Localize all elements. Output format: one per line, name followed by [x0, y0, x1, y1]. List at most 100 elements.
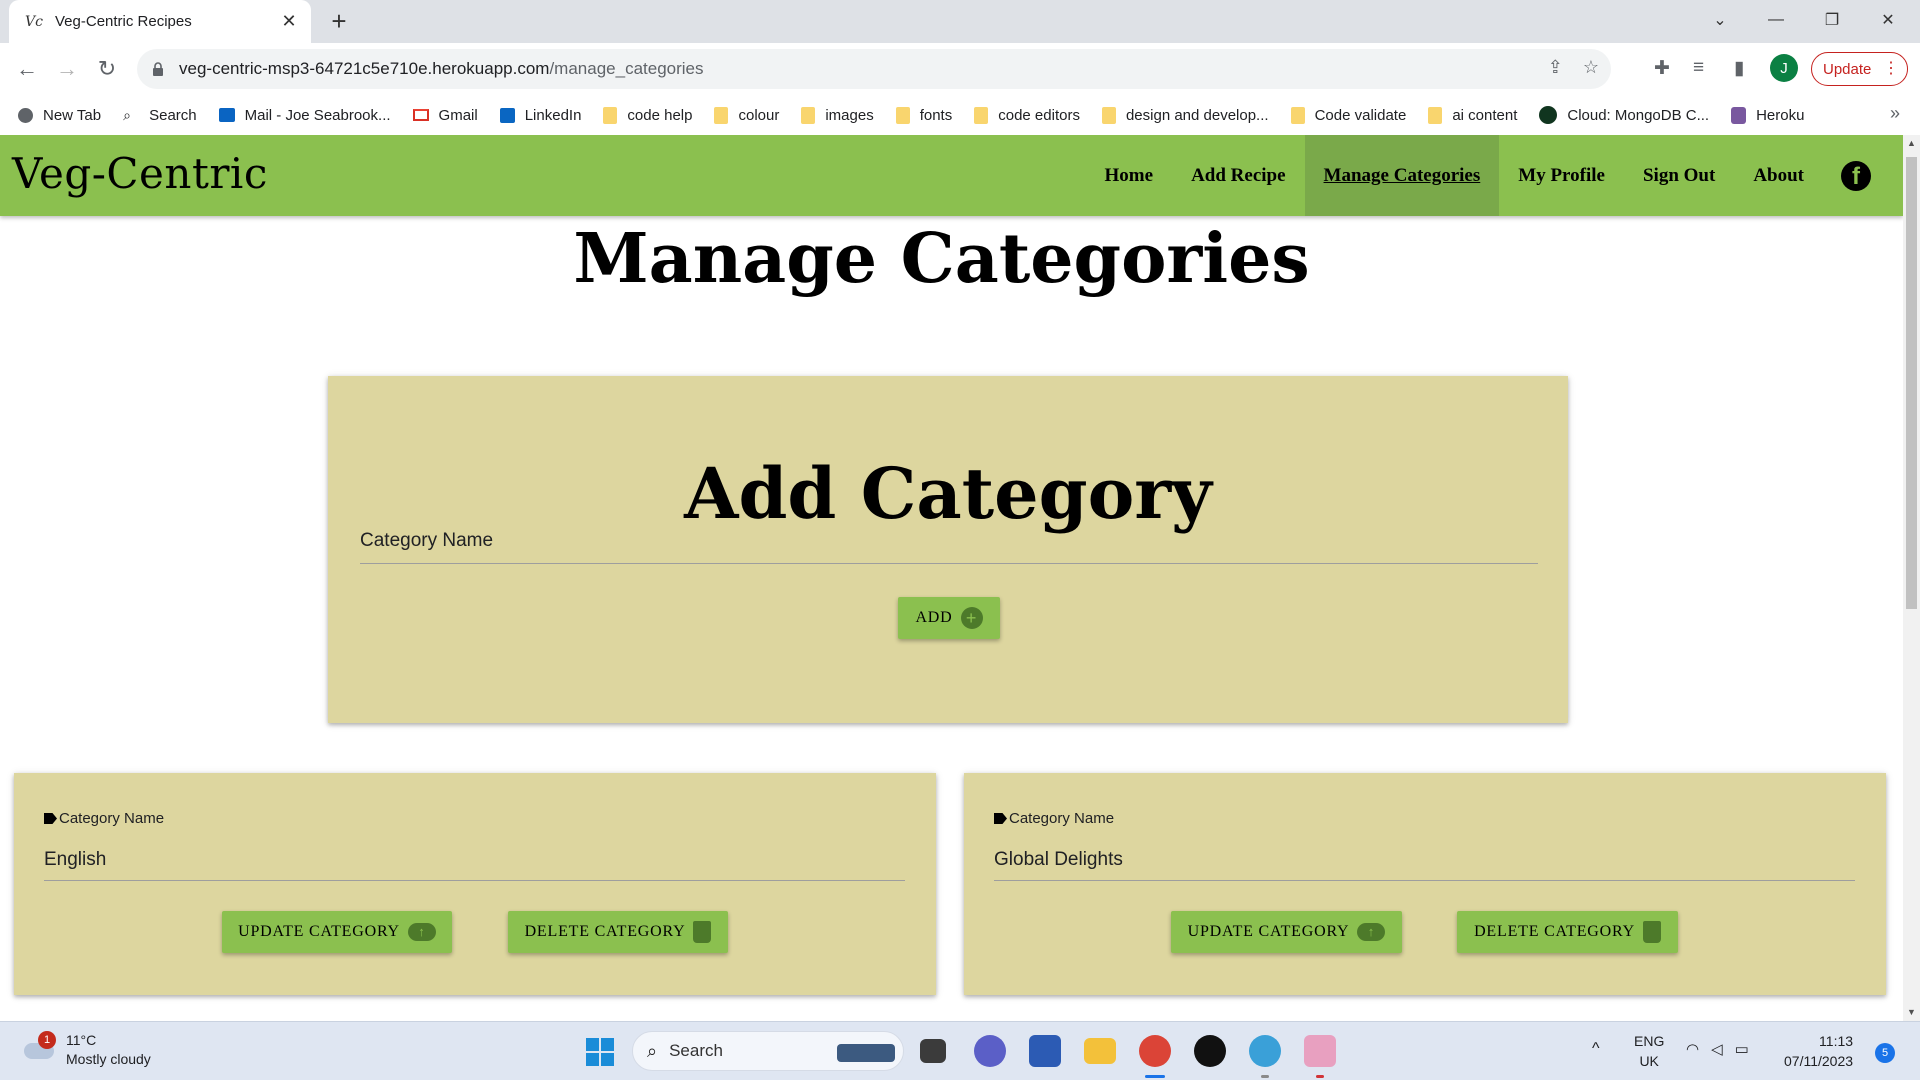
bookmark-fonts[interactable]: fonts — [895, 106, 952, 124]
nav-manage-categories[interactable]: Manage Categories — [1304, 135, 1500, 216]
heroku-icon — [1731, 106, 1747, 124]
windows-taskbar: 1 11°C Mostly cloudy ⌕ Search ^ ENG UK ◠… — [0, 1021, 1920, 1080]
show-hidden-icons-chevron-icon[interactable]: ^ — [1592, 1040, 1600, 1058]
delete-category-button[interactable]: DELETE CATEGORY — [1457, 911, 1678, 953]
share-icon[interactable]: ⇪ — [1548, 57, 1563, 78]
update-label: Update — [1823, 60, 1872, 78]
taskbar-search-label: Search — [669, 1041, 723, 1060]
weather-badge: 1 — [38, 1031, 56, 1049]
menu-dots-icon[interactable]: ⋮ — [1883, 59, 1899, 79]
forward-button[interactable]: → — [51, 53, 83, 85]
folder-icon — [974, 106, 989, 124]
browser-app-icon[interactable] — [1249, 1035, 1281, 1067]
site-brand[interactable]: Veg-Centric — [12, 149, 268, 198]
bookmark-design[interactable]: design and develop... — [1101, 106, 1269, 124]
more-bookmarks-icon[interactable]: » — [1890, 103, 1900, 124]
nav-home[interactable]: Home — [1086, 135, 1173, 216]
update-category-button[interactable]: UPDATE CATEGORY ↑ — [1171, 911, 1402, 953]
nav-facebook[interactable]: f — [1823, 135, 1903, 216]
bookmark-code-validate[interactable]: Code validate — [1290, 106, 1406, 124]
bookmark-images[interactable]: images — [801, 106, 874, 124]
category-name-input[interactable]: Global Delights — [994, 849, 1123, 871]
media-controls-icon[interactable]: ≡ — [1693, 57, 1704, 79]
battery-icon[interactable]: ▭ — [1735, 1040, 1749, 1058]
category-card: Category Name English UPDATE CATEGORY ↑ … — [14, 773, 936, 995]
nav-my-profile[interactable]: My Profile — [1499, 135, 1624, 216]
taskbar-search[interactable]: ⌕ Search — [632, 1031, 904, 1071]
windows-start-icon[interactable] — [586, 1038, 614, 1066]
wifi-icon[interactable]: ◠ — [1686, 1040, 1699, 1058]
bookmark-star-icon[interactable]: ☆ — [1583, 57, 1599, 78]
reload-button[interactable]: ↻ — [91, 53, 123, 85]
bookmark-code-editors[interactable]: code editors — [974, 106, 1080, 124]
scroll-up-arrow-icon[interactable]: ▲ — [1903, 135, 1920, 152]
back-button[interactable]: ← — [11, 53, 43, 85]
update-button[interactable]: Update ⋮ — [1811, 52, 1908, 86]
bookmark-mongodb[interactable]: Cloud: MongoDB C... — [1539, 106, 1709, 124]
system-clock[interactable]: 11:13 07/11/2023 — [1784, 1031, 1853, 1071]
nav-sign-out[interactable]: Sign Out — [1624, 135, 1734, 216]
browser-tab[interactable]: Vc Veg-Centric Recipes ✕ — [9, 0, 311, 43]
language-indicator[interactable]: ENG UK — [1634, 1031, 1664, 1071]
folder-icon — [801, 106, 816, 124]
folder-icon — [603, 106, 618, 124]
weather-widget[interactable]: 1 11°C Mostly cloudy — [22, 1031, 151, 1069]
close-tab-icon[interactable]: ✕ — [279, 11, 299, 32]
scroll-down-arrow-icon[interactable]: ▼ — [1903, 1004, 1920, 1021]
task-view-icon[interactable] — [920, 1039, 946, 1063]
restore-button[interactable]: ❐ — [1804, 0, 1860, 40]
bookmark-colour[interactable]: colour — [714, 106, 779, 124]
snipping-tool-icon[interactable] — [1304, 1035, 1336, 1067]
clock-time: 11:13 — [1819, 1033, 1854, 1049]
profile-avatar[interactable]: J — [1770, 54, 1798, 82]
outlook-icon — [218, 108, 235, 122]
update-button-label: UPDATE CATEGORY — [1187, 923, 1350, 940]
bookmark-gmail[interactable]: Gmail — [412, 107, 478, 124]
delete-category-button[interactable]: DELETE CATEGORY — [508, 911, 728, 953]
delete-button-label: DELETE CATEGORY — [524, 923, 686, 940]
bookmark-search[interactable]: ⌕ Search — [123, 107, 197, 124]
close-window-button[interactable]: ✕ — [1860, 0, 1916, 40]
volume-icon[interactable]: ◁ — [1711, 1040, 1723, 1058]
category-name-underline — [360, 563, 1538, 564]
category-card: Category Name Global Delights UPDATE CAT… — [964, 773, 1886, 995]
weather-desc: Mostly cloudy — [66, 1051, 151, 1067]
store-icon[interactable] — [1029, 1035, 1061, 1067]
category-name-input[interactable]: English — [44, 849, 106, 871]
nav-add-recipe[interactable]: Add Recipe — [1172, 135, 1304, 216]
nav-about[interactable]: About — [1734, 135, 1823, 216]
extensions-icon[interactable]: ✚ — [1654, 57, 1670, 80]
bookmark-heroku[interactable]: Heroku — [1731, 106, 1804, 124]
folder-icon — [1290, 106, 1305, 124]
minimize-button[interactable]: — — [1748, 0, 1804, 40]
tag-icon — [44, 813, 57, 824]
bookmark-mail[interactable]: Mail - Joe Seabrook... — [218, 107, 391, 124]
bookmark-code-help[interactable]: code help — [603, 106, 692, 124]
trash-icon — [1642, 921, 1661, 943]
update-category-button[interactable]: UPDATE CATEGORY ↑ — [222, 911, 452, 953]
bookmark-new-tab[interactable]: New Tab — [18, 107, 101, 124]
new-tab-button[interactable]: + — [324, 6, 354, 36]
gmail-icon — [412, 109, 429, 121]
nav-links: Home Add Recipe Manage Categories My Pro… — [1086, 135, 1903, 216]
file-explorer-icon[interactable] — [1084, 1038, 1116, 1064]
search-icon: ⌕ — [647, 1040, 658, 1061]
dell-icon[interactable] — [1194, 1035, 1226, 1067]
update-button-label: UPDATE CATEGORY — [238, 923, 400, 940]
side-panel-icon[interactable]: ▮ — [1734, 57, 1744, 80]
category-name-field[interactable]: Category Name — [360, 530, 493, 552]
folder-icon — [895, 106, 910, 124]
page-scrollbar[interactable]: ▲ ▼ — [1903, 135, 1920, 1021]
teams-chat-icon[interactable] — [974, 1035, 1006, 1067]
folder-icon — [714, 106, 729, 124]
chrome-taskbar-icon[interactable] — [1139, 1035, 1171, 1067]
bookmark-ai-content[interactable]: ai content — [1428, 106, 1517, 124]
scrollbar-thumb[interactable] — [1906, 157, 1917, 609]
bookmark-linkedin[interactable]: LinkedIn — [499, 107, 581, 124]
add-category-title: Add Category — [684, 452, 1212, 535]
notification-badge[interactable]: 5 — [1875, 1043, 1895, 1063]
tag-icon — [994, 813, 1007, 824]
address-bar[interactable]: veg-centric-msp3-64721c5e710e.herokuapp.… — [137, 49, 1611, 89]
add-category-button[interactable]: ADD + — [898, 597, 1000, 639]
tab-search-chevron-icon[interactable]: ⌄ — [1692, 0, 1748, 40]
